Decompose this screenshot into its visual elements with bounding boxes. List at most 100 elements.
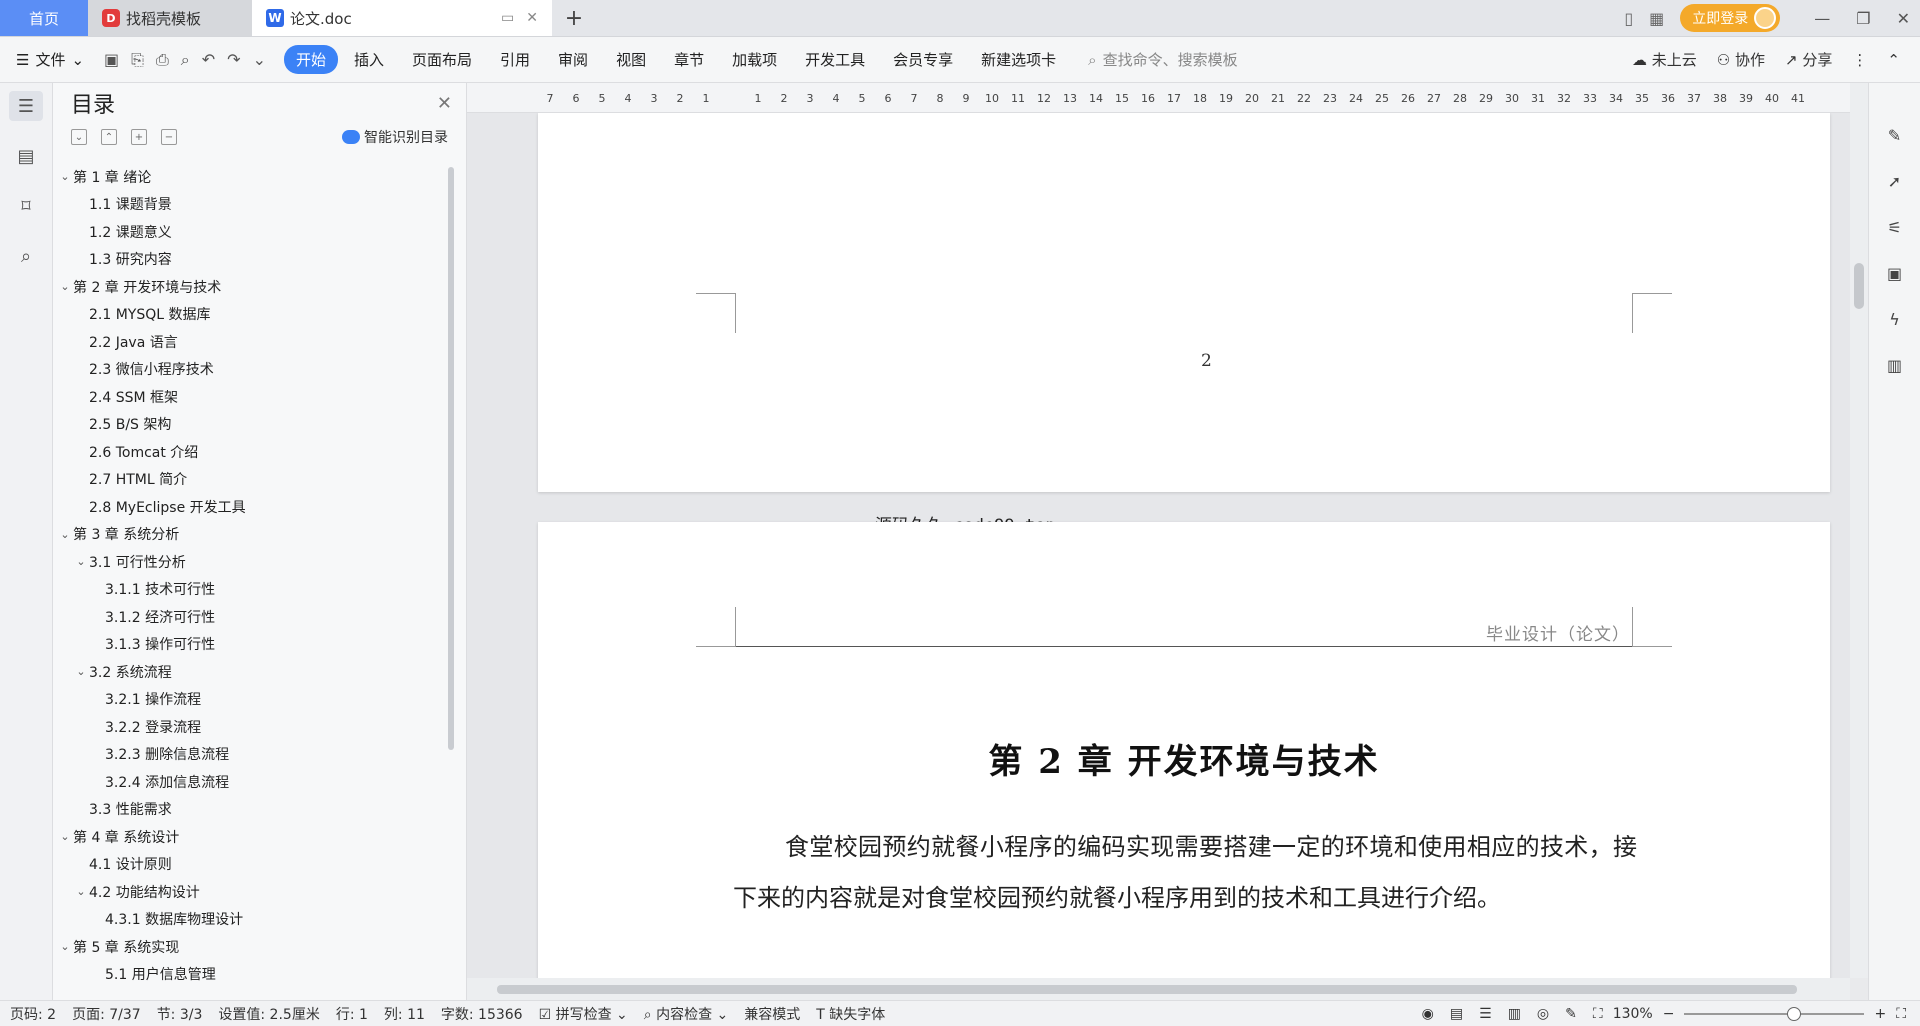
chevron-down-icon[interactable]: ⌄ bbox=[57, 528, 73, 541]
new-tab-button[interactable]: + bbox=[552, 0, 596, 36]
zoom-out-icon[interactable]: − bbox=[1663, 1006, 1675, 1022]
close-window-icon[interactable]: ✕ bbox=[1897, 9, 1910, 28]
write-view-icon[interactable]: ✎ bbox=[1565, 1006, 1577, 1022]
toc-item[interactable]: 3.2.2 登录流程 bbox=[53, 713, 445, 741]
zoom-value[interactable]: 130% bbox=[1613, 1006, 1653, 1022]
restore-icon[interactable]: ❐ bbox=[1856, 9, 1870, 28]
layout-icon[interactable]: ▯ bbox=[1624, 9, 1633, 28]
vertical-scrollbar[interactable] bbox=[1850, 83, 1868, 978]
zoom-slider-knob[interactable] bbox=[1787, 1006, 1802, 1021]
toc-item[interactable]: 3.2.1 操作流程 bbox=[53, 686, 445, 714]
spell-check-button[interactable]: ☑ 拼写检查 ⌄ bbox=[539, 1004, 628, 1024]
print-preview-icon[interactable]: ⌕ bbox=[181, 50, 190, 70]
toc-item[interactable]: 2.1 MYSQL 数据库 bbox=[53, 301, 445, 329]
menu-member[interactable]: 会员专享 bbox=[881, 45, 965, 74]
find-icon[interactable]: ⌕ bbox=[9, 241, 43, 271]
tab-document[interactable]: W 论文.doc ▭ ✕ bbox=[252, 0, 552, 36]
toc-item[interactable]: 3.2.4 添加信息流程 bbox=[53, 768, 445, 796]
toc-item[interactable]: ⌄ 3.1 可行性分析 bbox=[53, 548, 445, 576]
toc-item[interactable]: 3.2.3 删除信息流程 bbox=[53, 741, 445, 769]
toc-item[interactable]: 3.1.1 技术可行性 bbox=[53, 576, 445, 604]
save-icon[interactable]: ▣ bbox=[104, 50, 119, 70]
toc-item[interactable]: 5.1 用户信息管理 bbox=[53, 961, 445, 989]
document-area[interactable]: 2 源码久久-code99.top 毕业设计（论文） 第 2 章 开发环境与技术… bbox=[467, 113, 1850, 978]
collapse-ribbon-icon[interactable]: ⌃ bbox=[1887, 51, 1900, 69]
smart-toc-button[interactable]: 智能识别目录 bbox=[342, 127, 448, 147]
toc-scrollbar[interactable] bbox=[448, 167, 454, 750]
content-check-button[interactable]: ⌕ 内容检查 ⌄ bbox=[644, 1004, 728, 1024]
minimize-icon[interactable]: — bbox=[1814, 9, 1830, 28]
page-3[interactable]: 毕业设计（论文） 第 2 章 开发环境与技术 食堂校园预约就餐小程序的编码实现需… bbox=[538, 522, 1830, 978]
menu-page-layout[interactable]: 页面布局 bbox=[400, 45, 484, 74]
toc-item[interactable]: 1.3 研究内容 bbox=[53, 246, 445, 274]
redo-icon[interactable]: ↷ bbox=[227, 50, 240, 70]
undo-icon[interactable]: ↶ bbox=[202, 50, 215, 70]
horizontal-scrollbar[interactable] bbox=[467, 978, 1850, 1000]
toc-item[interactable]: 2.3 微信小程序技术 bbox=[53, 356, 445, 384]
pointer-icon[interactable]: ➚ bbox=[1883, 169, 1907, 193]
login-button[interactable]: 立即登录 bbox=[1680, 4, 1781, 32]
zoom-in-icon[interactable]: + bbox=[1874, 1006, 1886, 1022]
toc-item[interactable]: 4.3.1 数据库物理设计 bbox=[53, 906, 445, 934]
zoom-slider[interactable] bbox=[1684, 1006, 1865, 1021]
page-view-icon[interactable]: ▤ bbox=[1450, 1006, 1463, 1022]
menu-home[interactable]: 开始 bbox=[283, 45, 338, 74]
toc-item[interactable]: 2.7 HTML 简介 bbox=[53, 466, 445, 494]
bookmark-icon[interactable]: ⌑ bbox=[9, 191, 43, 221]
add-level-icon[interactable]: + bbox=[131, 129, 147, 145]
close-tab-icon[interactable]: ✕ bbox=[526, 10, 538, 26]
apps-grid-icon[interactable]: ▦ bbox=[1649, 9, 1664, 28]
menu-addins[interactable]: 加载项 bbox=[720, 45, 789, 74]
eye-protect-icon[interactable]: ◉ bbox=[1422, 1006, 1434, 1022]
toc-item[interactable]: ⌄ 第 5 章 系统实现 bbox=[53, 933, 445, 961]
command-search[interactable]: ⌕ 查找命令、搜索模板 bbox=[1088, 49, 1237, 70]
reading-view-icon[interactable]: ▥ bbox=[1508, 1006, 1521, 1022]
toc-item[interactable]: 3.1.2 经济可行性 bbox=[53, 603, 445, 631]
expand-all-icon[interactable]: ⌄ bbox=[71, 129, 87, 145]
file-menu-button[interactable]: ☰ 文件 ⌄ bbox=[16, 49, 84, 70]
navigation-icon[interactable]: ▤ bbox=[9, 141, 43, 171]
toc-item[interactable]: ⌄ 第 3 章 系统分析 bbox=[53, 521, 445, 549]
toc-icon[interactable]: ☰ bbox=[9, 91, 43, 121]
status-page[interactable]: 页面: 7/37 bbox=[72, 1004, 141, 1024]
page-2[interactable]: 2 bbox=[538, 113, 1830, 492]
remove-level-icon[interactable]: − bbox=[161, 129, 177, 145]
toc-item[interactable]: 2.5 B/S 架构 bbox=[53, 411, 445, 439]
scroll-thumb-horizontal[interactable] bbox=[497, 985, 1797, 994]
chevron-down-icon[interactable]: ⌄ bbox=[57, 940, 73, 953]
pen-icon[interactable]: ✎ bbox=[1883, 123, 1907, 147]
tab-home[interactable]: 首页 bbox=[0, 0, 88, 36]
toc-item[interactable]: 2.6 Tomcat 介绍 bbox=[53, 438, 445, 466]
collapse-all-icon[interactable]: ⌃ bbox=[101, 129, 117, 145]
menu-references[interactable]: 引用 bbox=[488, 45, 542, 74]
horizontal-ruler[interactable]: 7 6 5 4 3 2 1 1 2 3 4 5 6 7 8 9 10 11 12 13 14 15 16 17 18 19 20 21… bbox=[467, 83, 1850, 113]
print-icon[interactable]: ⎙ bbox=[156, 50, 169, 70]
chevron-down-icon[interactable]: ⌄ bbox=[57, 280, 73, 293]
fit-page-icon[interactable]: ⛶ bbox=[1593, 1006, 1603, 1022]
chevron-down-icon[interactable]: ⌄ bbox=[57, 830, 73, 843]
collaborate-button[interactable]: ⚇ 协作 bbox=[1717, 49, 1765, 70]
toc-item[interactable]: 2.8 MyEclipse 开发工具 bbox=[53, 493, 445, 521]
chevron-down-icon[interactable]: ⌄ bbox=[73, 665, 89, 678]
reader-icon[interactable]: ▥ bbox=[1883, 353, 1907, 377]
status-words[interactable]: 字数: 15366 bbox=[441, 1004, 523, 1024]
toc-item[interactable]: 1.2 课题意义 bbox=[53, 218, 445, 246]
chevron-down-icon[interactable]: ⌄ bbox=[57, 170, 73, 183]
toc-item[interactable]: 4.1 设计原则 bbox=[53, 851, 445, 879]
missing-font-button[interactable]: T 缺失字体 bbox=[816, 1004, 885, 1024]
close-icon[interactable]: ✕ bbox=[437, 93, 452, 114]
menu-new-tab[interactable]: 新建选项卡 bbox=[969, 45, 1068, 74]
pin-tab-icon[interactable]: ▭ bbox=[501, 10, 514, 26]
toc-item[interactable]: ⌄ 第 4 章 系统设计 bbox=[53, 823, 445, 851]
toc-item[interactable]: ⌄ 4.2 功能结构设计 bbox=[53, 878, 445, 906]
menu-view[interactable]: 视图 bbox=[604, 45, 658, 74]
tab-templates[interactable]: D 找稻壳模板 bbox=[88, 0, 252, 36]
customize-icon[interactable]: ⌄ bbox=[253, 50, 266, 70]
toc-item[interactable]: ⌄ 第 2 章 开发环境与技术 bbox=[53, 273, 445, 301]
lightning-icon[interactable]: ϟ bbox=[1883, 307, 1907, 331]
fullscreen-icon[interactable]: ⛶ bbox=[1896, 1006, 1906, 1022]
toc-item[interactable]: ⌄ 3.2 系统流程 bbox=[53, 658, 445, 686]
sliders-icon[interactable]: ⚟ bbox=[1883, 215, 1907, 239]
toc-item[interactable]: 3.1.3 操作可行性 bbox=[53, 631, 445, 659]
toc-item[interactable]: 3.3 性能需求 bbox=[53, 796, 445, 824]
